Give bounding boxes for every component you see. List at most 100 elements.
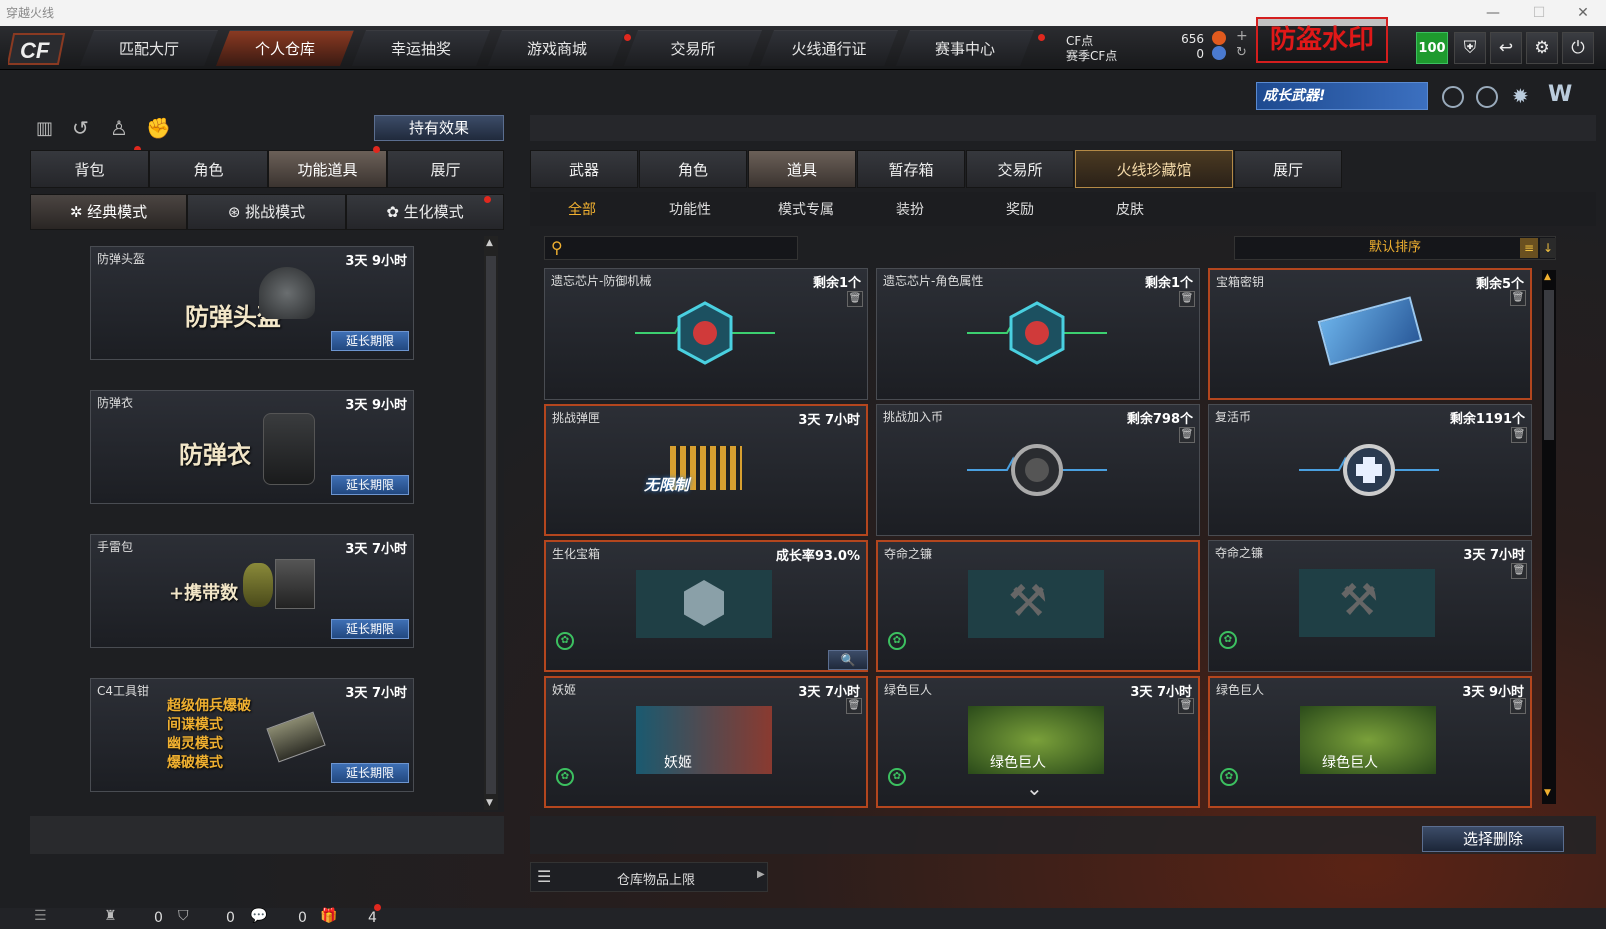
cf-logo-icon[interactable]: CF — [6, 30, 70, 68]
subtab-mode-exclusive[interactable]: 模式专属 — [764, 196, 848, 224]
subtab-outfit[interactable]: 装扮 — [874, 196, 946, 224]
nav-tab-tournament[interactable]: 赛事中心 — [896, 30, 1034, 66]
gift-icon[interactable]: 🎁 — [320, 908, 337, 924]
chart-icon[interactable]: ▥ — [36, 118, 53, 139]
shield-icon[interactable]: ⛉ — [178, 908, 189, 924]
nav-tab-lucky-draw[interactable]: 幸运抽奖 — [352, 30, 490, 66]
trash-icon[interactable]: 🗑 — [1511, 427, 1527, 443]
badge-icon[interactable] — [1442, 86, 1464, 108]
mode-challenge[interactable]: ⊛ 挑战模式 — [187, 194, 346, 230]
subtab-skins[interactable]: 皮肤 — [1094, 196, 1166, 224]
capacity-bar[interactable]: ☰ 仓库物品上限 ▶ — [530, 862, 768, 892]
chat-icon[interactable]: 💬 — [250, 908, 267, 924]
item-card-helmet[interactable]: 防弹头盔 3天 9小时 防弹头盔 延长期限 — [90, 246, 414, 360]
shield-icon[interactable]: ⛨ — [1454, 32, 1486, 64]
list-view-icon[interactable]: ≡ — [1520, 238, 1538, 258]
warehouse-card[interactable]: 夺命之镰 ⚒ ✿ — [876, 540, 1200, 672]
warehouse-card[interactable]: 挑战弹匣 3天 7小时 无限制 — [544, 404, 868, 536]
tab-props[interactable]: 道具 — [748, 150, 856, 188]
menu-icon[interactable]: ☰ — [34, 908, 47, 924]
minimize-button[interactable]: — — [1470, 0, 1516, 26]
sort-order-icon[interactable]: ↓ — [1540, 238, 1556, 258]
search-input[interactable] — [573, 239, 793, 257]
tab-functional-items[interactable]: 功能道具 — [268, 150, 387, 188]
warehouse-card[interactable]: 遗忘芯片-角色属性 剩余1个 🗑 — [876, 268, 1200, 400]
power-icon[interactable]: ⏻ — [1562, 32, 1594, 64]
maximize-button[interactable]: ☐ — [1516, 0, 1562, 26]
tab-storage-box[interactable]: 暂存箱 — [857, 150, 965, 188]
subtab-rewards[interactable]: 奖励 — [984, 196, 1056, 224]
warehouse-card[interactable]: 生化宝箱 成长率93.0% ✿ 🔍 — [544, 540, 868, 672]
chevron-down-icon[interactable]: ⌄ — [1026, 776, 1043, 800]
tab-characters[interactable]: 角色 — [639, 150, 747, 188]
extend-button[interactable]: 延长期限 — [331, 763, 409, 783]
trash-icon[interactable]: 🗑 — [1510, 698, 1526, 714]
trash-icon[interactable]: 🗑 — [846, 698, 862, 714]
warehouse-card[interactable]: 宝箱密钥 剩余5个 🗑 — [1208, 268, 1532, 400]
history-icon[interactable]: ↺ — [72, 116, 89, 140]
sort-dropdown[interactable]: 默认排序 — [1234, 236, 1556, 260]
extend-button[interactable]: 延长期限 — [331, 475, 409, 495]
mode-zombie[interactable]: ✿ 生化模式 — [346, 194, 504, 230]
scroll-down-arrow[interactable]: ▼ — [1544, 788, 1551, 798]
return-icon[interactable]: ↩ — [1490, 32, 1522, 64]
trash-icon[interactable]: 🗑 — [1179, 291, 1195, 307]
tab-exchange[interactable]: 交易所 — [966, 150, 1074, 188]
tab-showroom[interactable]: 展厅 — [387, 150, 504, 188]
extend-button[interactable]: 延长期限 — [331, 331, 409, 351]
trash-icon[interactable]: 🗑 — [1179, 427, 1195, 443]
warehouse-card[interactable]: 遗忘芯片-防御机械 剩余1个 🗑 — [544, 268, 868, 400]
select-delete-button[interactable]: 选择删除 — [1422, 826, 1564, 852]
team-icon[interactable]: ♜ — [104, 908, 117, 924]
holding-effects-button[interactable]: 持有效果 — [374, 115, 504, 141]
subtab-functional[interactable]: 功能性 — [654, 196, 726, 224]
globe-icon[interactable] — [1476, 86, 1498, 108]
item-card-c4-pliers[interactable]: C4工具钳 3天 7小时 超级佣兵爆破 间谍模式 幽灵模式 爆破模式 延长期限 — [90, 678, 414, 792]
w-logo-icon[interactable]: W — [1548, 82, 1572, 107]
trash-icon[interactable]: 🗑 — [1510, 290, 1526, 306]
c4-mode-line: 超级佣兵爆破 — [167, 698, 251, 714]
item-card-grenade-pack[interactable]: 手雷包 3天 7小时 +携带数 延长期限 — [90, 534, 414, 648]
tab-weapons[interactable]: 武器 — [530, 150, 638, 188]
growth-weapon-banner[interactable]: 成长武器! — [1256, 82, 1428, 110]
nav-tab-battle-pass[interactable]: 火线通行证 — [760, 30, 898, 66]
warehouse-card[interactable]: 妖姬 3天 7小时 🗑 妖姬 ✿ — [544, 676, 868, 808]
nav-tab-personal-warehouse[interactable]: 个人仓库 — [216, 30, 354, 66]
add-points-icon[interactable]: + — [1236, 28, 1248, 44]
tab-collection-hall[interactable]: 火线珍藏馆 — [1075, 150, 1233, 188]
tab-backpack[interactable]: 背包 — [30, 150, 149, 188]
tab-showroom-right[interactable]: 展厅 — [1234, 150, 1342, 188]
character-label: 绿色巨人 — [1322, 755, 1378, 771]
right-scrollbar-thumb[interactable] — [1544, 290, 1554, 440]
nav-tab-exchange[interactable]: 交易所 — [624, 30, 762, 66]
refresh-icon[interactable]: ↻ — [1236, 45, 1247, 60]
tab-character[interactable]: 角色 — [149, 150, 268, 188]
trash-icon[interactable]: 🗑 — [1178, 698, 1194, 714]
search-box[interactable]: ⚲ — [544, 236, 798, 260]
left-scrollbar-thumb[interactable] — [486, 256, 496, 794]
claw-icon[interactable]: ✹ — [1512, 84, 1529, 108]
card-name: 夺命之镰 — [1215, 546, 1264, 560]
scroll-up-arrow[interactable]: ▲ — [486, 238, 493, 248]
nav-tab-game-store[interactable]: 游戏商城 — [488, 30, 626, 66]
trash-icon[interactable]: 🗑 — [1511, 563, 1527, 579]
warehouse-card[interactable]: 复活币 剩余1191个 🗑 — [1208, 404, 1532, 536]
level-badge[interactable]: 100 — [1416, 32, 1448, 64]
warehouse-card[interactable]: 绿色巨人 3天 9小时 🗑 绿色巨人 ✿ — [1208, 676, 1532, 808]
close-button[interactable]: ✕ — [1560, 0, 1606, 26]
nav-tab-match-hall[interactable]: 匹配大厅 — [80, 30, 218, 66]
warehouse-card[interactable]: 夺命之镰 3天 7小时 🗑 ⚒ ✿ — [1208, 540, 1532, 672]
item-card-vest[interactable]: 防弹衣 3天 9小时 防弹衣 延长期限 — [90, 390, 414, 504]
scroll-up-arrow[interactable]: ▲ — [1544, 272, 1551, 282]
gear-icon[interactable]: ⚙ — [1526, 32, 1558, 64]
extend-button[interactable]: 延长期限 — [331, 619, 409, 639]
warehouse-card[interactable]: 绿色巨人 3天 7小时 🗑 绿色巨人 ✿ ⌄ — [876, 676, 1200, 808]
scroll-down-arrow[interactable]: ▼ — [486, 798, 493, 808]
trash-icon[interactable]: 🗑 — [847, 291, 863, 307]
subtab-all[interactable]: 全部 — [546, 196, 618, 224]
mode-classic[interactable]: ✲ 经典模式 — [30, 194, 187, 230]
figure-icon[interactable]: ♙ — [110, 116, 128, 140]
preview-button[interactable]: 🔍 — [828, 650, 868, 670]
warehouse-card[interactable]: 挑战加入币 剩余798个 🗑 — [876, 404, 1200, 536]
grenade-icon[interactable]: ✊ — [146, 116, 171, 140]
